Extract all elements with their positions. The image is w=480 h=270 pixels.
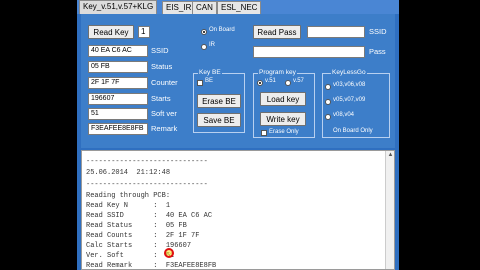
- log-line: Read Remark : F3EAFEE8E8FB: [86, 262, 217, 270]
- counter-label: Counter: [151, 78, 178, 87]
- log-line: Read SSID : 40 EA C6 AC: [86, 212, 213, 220]
- read-key-button[interactable]: Read Key: [88, 25, 134, 39]
- ir-radio[interactable]: [201, 44, 207, 50]
- keyless-title: KeyLessGo: [331, 69, 367, 76]
- v51-label: v.51: [265, 78, 276, 84]
- keyless-opt2-radio[interactable]: [325, 99, 331, 105]
- keyless-opt3-label: v08,v04: [333, 112, 355, 118]
- log-line: Read Counts : 2F 1F 7F: [86, 232, 200, 240]
- erase-only-label: Erase Only: [269, 129, 299, 135]
- app-window: Key_v.51,v.57+KLG EIS_IR CAN ESL_NEC Rea…: [77, 0, 399, 270]
- soft-ver-label: Soft ver: [151, 109, 177, 118]
- v57-label: v.57: [293, 78, 304, 84]
- tab-eis-ir[interactable]: EIS_IR: [162, 1, 196, 14]
- log-output[interactable]: ----------------------------- 25.06.2014…: [81, 150, 395, 270]
- status-label: Status: [151, 62, 173, 71]
- erase-only-checkbox[interactable]: [261, 130, 267, 136]
- keyless-opt1-radio[interactable]: [325, 84, 331, 90]
- on-board-only-label: On Board Only: [333, 128, 373, 134]
- log-line: Reading through PCB:: [86, 192, 171, 200]
- pass-label: Pass: [369, 47, 386, 56]
- tab-bar: Key_v.51,v.57+KLG EIS_IR CAN ESL_NEC: [77, 0, 399, 14]
- pass-field[interactable]: [253, 46, 365, 58]
- keyless-opt1-label: v03,v06,v08: [333, 82, 366, 88]
- soft-ver-field[interactable]: 51: [88, 108, 148, 120]
- keyless-opt3-radio[interactable]: [325, 114, 331, 120]
- status-field[interactable]: 05 FB: [88, 61, 148, 73]
- v51-radio[interactable]: [257, 80, 263, 86]
- mouse-cursor-highlight: [164, 248, 174, 258]
- starts-field[interactable]: 196607: [88, 93, 148, 105]
- key-number-field[interactable]: 1: [138, 26, 150, 38]
- load-key-button[interactable]: Load key: [260, 92, 306, 106]
- counter-field[interactable]: 2F 1F 7F: [88, 77, 148, 89]
- ir-label: IR: [209, 42, 215, 48]
- pass-ssid-field[interactable]: [307, 26, 365, 38]
- tab-esl-nec[interactable]: ESL_NEC: [217, 1, 262, 14]
- keyless-opt2-label: v05,v07,v09: [333, 97, 366, 103]
- be-checkbox[interactable]: [197, 80, 203, 86]
- v57-radio[interactable]: [285, 80, 291, 86]
- remark-label: Remark: [151, 124, 178, 133]
- tab-can[interactable]: CAN: [192, 1, 217, 14]
- pass-ssid-label: SSID: [369, 27, 387, 36]
- ssid-label: SSID: [151, 46, 169, 55]
- log-line: Read Status : 05 FB: [86, 222, 187, 230]
- starts-label: Starts: [151, 94, 171, 103]
- program-key-title: Program key: [258, 69, 297, 76]
- read-pass-button[interactable]: Read Pass: [253, 25, 301, 39]
- scroll-up-icon[interactable]: ▲: [387, 152, 394, 159]
- log-line: Read Key N : 1: [86, 202, 171, 210]
- log-line: Calc Starts : 196607: [86, 242, 192, 250]
- remark-field[interactable]: F3EAFEE8E8FB: [88, 123, 148, 135]
- erase-be-button[interactable]: Erase BE: [197, 94, 241, 108]
- log-line: Ver. Soft : 51: [86, 252, 175, 260]
- key-panel: Read Key 1 On Board IR Read Pass SSID Pa…: [81, 14, 395, 148]
- on-board-radio[interactable]: [201, 29, 207, 35]
- save-be-button[interactable]: Save BE: [197, 113, 241, 127]
- key-be-title: Key BE: [198, 69, 222, 76]
- tab-key[interactable]: Key_v.51,v.57+KLG: [79, 0, 158, 14]
- on-board-label: On Board: [209, 27, 235, 33]
- log-scrollbar[interactable]: ▲: [385, 151, 394, 269]
- be-label: BE: [205, 78, 214, 84]
- log-line: 25.06.2014 21:12:48: [86, 169, 171, 177]
- log-line: -----------------------------: [86, 158, 208, 166]
- log-line: -----------------------------: [86, 181, 208, 189]
- ssid-field[interactable]: 40 EA C6 AC: [88, 45, 148, 57]
- write-key-button[interactable]: Write key: [260, 112, 306, 126]
